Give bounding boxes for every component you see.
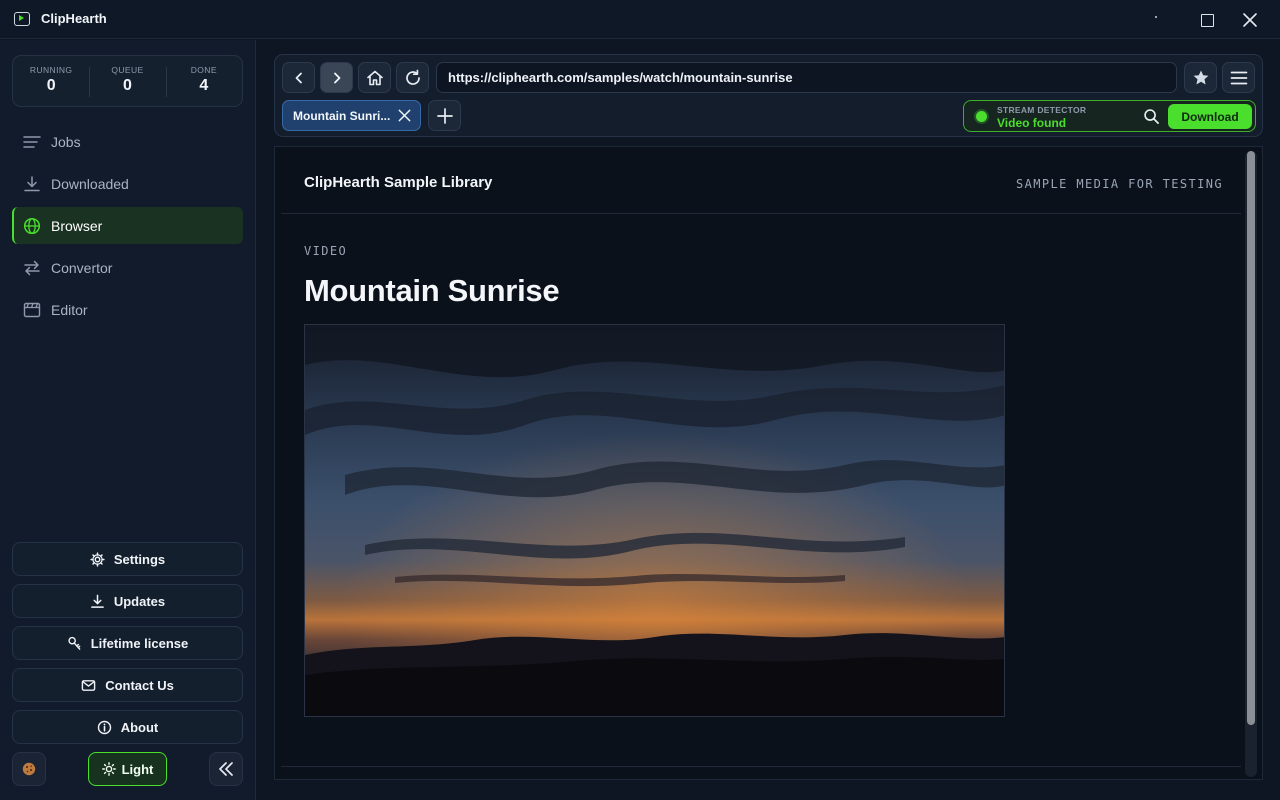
detector-label: STREAM DETECTOR [997, 105, 1087, 115]
sidebar-item-jobs[interactable]: Jobs [12, 123, 243, 160]
collapse-sidebar-button[interactable] [209, 752, 243, 786]
sidebar-item-label: Browser [51, 217, 103, 234]
sidebar-item-label: Downloaded [51, 175, 129, 192]
mail-icon [81, 679, 96, 691]
scrollbar-thumb[interactable] [1247, 151, 1255, 725]
updates-label: Updates [113, 593, 166, 609]
home-icon [366, 70, 383, 85]
close-tab-icon[interactable] [397, 108, 412, 123]
theme-label: Light [121, 761, 154, 777]
plus-icon [436, 107, 453, 124]
sidebar-item-downloaded[interactable]: Downloaded [12, 165, 243, 202]
globe-icon [23, 217, 41, 234]
contact-us-label: Contact Us [105, 677, 174, 693]
tab-mountain-sunrise[interactable]: Mountain Sunri... [282, 100, 421, 131]
stat-done: DONE 4 [165, 56, 242, 106]
hamburger-menu-icon [1230, 71, 1247, 84]
home-button[interactable] [358, 62, 391, 93]
settings-label: Settings [113, 551, 166, 567]
cookie-button[interactable] [12, 752, 46, 786]
browser-toolbar: https://cliphearth.com/samples/watch/mou… [274, 54, 1263, 137]
stat-label: QUEUE [111, 65, 144, 75]
page-divider [281, 766, 1241, 767]
app-logo-icon [14, 12, 30, 26]
job-stats: RUNNING 0 QUEUE 0 DONE 4 [12, 55, 243, 107]
minimize-button[interactable] [1146, 10, 1166, 30]
lifetime-license-button[interactable]: Lifetime license [12, 626, 243, 660]
reload-button[interactable] [396, 62, 429, 93]
close-window-button[interactable] [1240, 10, 1260, 30]
download-icon [24, 175, 40, 191]
sidebar-item-browser[interactable]: Browser [12, 207, 243, 244]
download-button[interactable]: Download [1168, 104, 1252, 129]
sidebar-nav: Jobs Downloaded Browser Convertor Editor [12, 123, 243, 333]
stat-label: RUNNING [29, 65, 73, 75]
contact-us-button[interactable]: Contact Us [12, 668, 243, 702]
gear-icon [90, 551, 105, 567]
video-frame-image [305, 325, 1004, 716]
tab-title: Mountain Sunri... [293, 108, 391, 123]
chevron-right-icon [333, 72, 340, 83]
site-tagline: SAMPLE MEDIA FOR TESTING [1016, 177, 1223, 191]
forward-button[interactable] [320, 62, 353, 93]
cookie-icon [22, 762, 36, 776]
sidebar-item-label: Convertor [51, 259, 113, 276]
title-bar: ClipHearth [0, 0, 1280, 39]
sidebar-item-convertor[interactable]: Convertor [12, 249, 243, 286]
web-content: ClipHearth Sample Library SAMPLE MEDIA F… [274, 146, 1263, 780]
lifetime-license-label: Lifetime license [90, 635, 189, 651]
stat-value: 0 [123, 77, 132, 94]
stat-value: 4 [199, 77, 209, 94]
new-tab-button[interactable] [428, 100, 461, 131]
maximize-icon [1200, 13, 1214, 27]
stat-queue: QUEUE 0 [89, 56, 165, 106]
stat-label: DONE [190, 65, 217, 75]
clapperboard-icon [23, 302, 41, 317]
video-player[interactable] [304, 324, 1005, 717]
sidebar-item-label: Editor [51, 301, 88, 318]
site-name[interactable]: ClipHearth Sample Library [304, 174, 492, 191]
site-header: ClipHearth Sample Library SAMPLE MEDIA F… [281, 147, 1241, 214]
settings-button[interactable]: Settings [12, 542, 243, 576]
reload-icon [405, 69, 420, 85]
sidebar-item-editor[interactable]: Editor [12, 291, 243, 328]
sidebar: RUNNING 0 QUEUE 0 DONE 4 Jobs Downloaded… [0, 40, 256, 800]
close-icon [1243, 13, 1257, 27]
section-kicker: VIDEO [304, 244, 348, 258]
address-bar[interactable]: https://cliphearth.com/samples/watch/mou… [436, 62, 1177, 93]
menu-button[interactable] [1222, 62, 1255, 93]
swap-arrows-icon [24, 260, 40, 275]
video-title: Mountain Sunrise [304, 273, 560, 308]
bookmark-button[interactable] [1184, 62, 1217, 93]
chevron-left-icon [295, 72, 302, 83]
light-theme-toggle[interactable]: Light [88, 752, 167, 786]
back-button[interactable] [282, 62, 315, 93]
about-label: About [120, 719, 159, 735]
download-icon [90, 594, 104, 608]
detector-status: Video found [997, 116, 1067, 130]
stat-value: 0 [46, 77, 56, 94]
updates-button[interactable]: Updates [12, 584, 243, 618]
stream-detector: STREAM DETECTOR Video found Download [963, 100, 1256, 132]
maximize-button[interactable] [1197, 10, 1217, 30]
scrollbar-track[interactable] [1245, 151, 1257, 777]
list-icon [23, 135, 41, 148]
app-title: ClipHearth [41, 11, 107, 26]
double-chevron-left-icon [219, 762, 233, 776]
search-icon[interactable] [1143, 108, 1160, 125]
minimize-icon [1155, 16, 1157, 18]
status-dot-icon [976, 111, 987, 122]
about-button[interactable]: About [12, 710, 243, 744]
info-icon [97, 720, 111, 734]
stat-running: RUNNING 0 [13, 56, 89, 106]
sidebar-item-label: Jobs [51, 133, 81, 150]
star-icon [1193, 70, 1208, 84]
key-icon [68, 636, 81, 650]
sun-icon [101, 762, 116, 776]
